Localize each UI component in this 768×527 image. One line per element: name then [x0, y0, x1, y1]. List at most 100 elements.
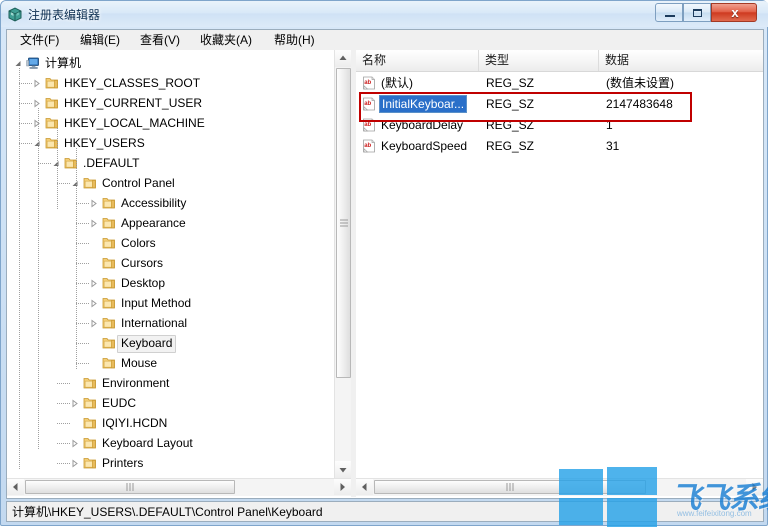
- minimize-button[interactable]: [655, 3, 683, 22]
- chevron-right-icon[interactable]: [89, 319, 98, 328]
- chevron-right-icon[interactable]: [89, 199, 98, 208]
- tree-item[interactable]: Mouse: [7, 353, 334, 373]
- computer-icon: [26, 56, 40, 70]
- chevron-down-icon[interactable]: [70, 179, 79, 188]
- tree-scroll-down-button[interactable]: [335, 461, 351, 478]
- list-scroll-left-button[interactable]: [356, 479, 373, 495]
- chevron-right-icon[interactable]: [32, 119, 41, 128]
- tree-item-label: Accessibility: [121, 196, 187, 210]
- tree-guide-line: [57, 383, 70, 384]
- chevron-down-icon[interactable]: [13, 59, 22, 68]
- chevron-right-icon[interactable]: [70, 439, 79, 448]
- list-column-headers: 名称 类型 数据: [356, 50, 763, 72]
- client-area: 计算机 HKEY_CLASSES_ROOT HKEY_CURRENT_USER HKE…: [6, 50, 764, 499]
- folder-icon: [83, 456, 97, 470]
- tree-scroll-left-button[interactable]: [7, 479, 24, 495]
- tree-item-label: Cursors: [121, 256, 164, 270]
- tree-item[interactable]: International: [7, 313, 334, 333]
- registry-tree[interactable]: 计算机 HKEY_CLASSES_ROOT HKEY_CURRENT_USER HKE…: [7, 50, 334, 478]
- menu-help[interactable]: 帮助(H): [269, 32, 320, 49]
- tree-item[interactable]: Input Method: [7, 293, 334, 313]
- chevron-right-icon[interactable]: [89, 279, 98, 288]
- chevron-right-icon[interactable]: [32, 99, 41, 108]
- column-header-name[interactable]: 名称: [356, 50, 479, 71]
- tree-item-label: Colors: [121, 236, 156, 250]
- list-horizontal-scrollbar[interactable]: [356, 478, 763, 496]
- tree-guide-line: [19, 143, 32, 144]
- tree-item[interactable]: HKEY_CURRENT_USER: [7, 93, 334, 113]
- tree-guide-line: [57, 183, 70, 184]
- list-scroll-right-button[interactable]: [746, 479, 763, 495]
- status-bar-path: 计算机\HKEY_USERS\.DEFAULT\Control Panel\Ke…: [12, 505, 323, 519]
- tree-scroll-right-button[interactable]: [334, 479, 351, 495]
- tree-guide-line: [57, 443, 70, 444]
- tree-item[interactable]: Desktop: [7, 273, 334, 293]
- tree-guide-line: [76, 363, 89, 364]
- menu-file[interactable]: 文件(F): [15, 32, 64, 49]
- tree-vertical-scrollbar[interactable]: [334, 50, 351, 478]
- tree-item-label: HKEY_USERS: [64, 136, 145, 150]
- chevron-right-icon[interactable]: [32, 79, 41, 88]
- tree-item-label: Printers: [102, 456, 144, 470]
- value-name-cell: KeyboardDelay: [381, 118, 464, 132]
- list-vertical-scrollbar[interactable]: [746, 72, 763, 478]
- window-title: 注册表编辑器: [28, 8, 101, 22]
- tree-guide-line: [57, 423, 70, 424]
- registry-value-row[interactable]: ab KeyboardSpeed REG_SZ 31: [356, 136, 763, 157]
- tree-item-label: HKEY_LOCAL_MACHINE: [64, 116, 205, 130]
- column-header-type[interactable]: 类型: [479, 50, 599, 71]
- tree-guide-line: [38, 163, 51, 164]
- tree-item-label: .DEFAULT: [83, 156, 140, 170]
- menu-bar: 文件(F) 编辑(E) 查看(V) 收藏夹(A) 帮助(H): [6, 29, 764, 50]
- chevron-right-icon[interactable]: [89, 219, 98, 228]
- folder-icon: [102, 216, 116, 230]
- registry-value-row[interactable]: ab (默认) REG_SZ (数值未设置): [356, 73, 763, 94]
- value-name-rename-input[interactable]: InitialKeyboar...: [379, 95, 468, 113]
- tree-scroll-up-button[interactable]: [335, 50, 351, 67]
- tree-item[interactable]: Keyboard: [7, 333, 334, 353]
- maximize-button[interactable]: [683, 3, 711, 22]
- tree-guide-line: [76, 223, 89, 224]
- tree-item[interactable]: Appearance: [7, 213, 334, 233]
- chevron-right-icon[interactable]: [89, 299, 98, 308]
- title-bar[interactable]: 注册表编辑器 x: [1, 1, 768, 27]
- string-value-icon: ab: [362, 118, 377, 133]
- menu-favorites[interactable]: 收藏夹(A): [195, 32, 257, 49]
- list-hscroll-thumb[interactable]: [374, 480, 646, 494]
- tree-guide-line: [76, 148, 77, 370]
- menu-edit[interactable]: 编辑(E): [75, 32, 125, 49]
- registry-value-row[interactable]: ab KeyboardDelay REG_SZ 1: [356, 115, 763, 136]
- value-name-cell: (默认): [381, 76, 413, 90]
- tree-item[interactable]: Colors: [7, 233, 334, 253]
- chevron-down-icon[interactable]: [32, 139, 41, 148]
- tree-item[interactable]: 计算机: [7, 53, 334, 73]
- value-type-cell: REG_SZ: [486, 139, 535, 153]
- svg-text:ab: ab: [364, 101, 371, 107]
- tree-scroll-thumb[interactable]: [336, 68, 351, 378]
- tree-item-label: Control Panel: [102, 176, 175, 190]
- registry-editor-window: 注册表编辑器 x 文件(F) 编辑(E) 查看(V) 收藏夹(A) 帮助(H) …: [0, 0, 768, 527]
- folder-icon: [102, 196, 116, 210]
- tree-guide-line: [76, 303, 89, 304]
- tree-item-label: Mouse: [121, 356, 158, 370]
- folder-icon: [83, 376, 97, 390]
- folder-icon: [102, 336, 116, 350]
- chevron-right-icon[interactable]: [70, 399, 79, 408]
- close-button[interactable]: x: [711, 3, 757, 22]
- chevron-right-icon[interactable]: [70, 459, 79, 468]
- value-name-cell: KeyboardSpeed: [381, 139, 468, 153]
- tree-guide-line: [57, 463, 70, 464]
- column-header-data[interactable]: 数据: [599, 50, 763, 71]
- string-value-icon: ab: [362, 97, 377, 112]
- tree-horizontal-scrollbar[interactable]: [7, 478, 351, 496]
- menu-view[interactable]: 查看(V): [135, 32, 185, 49]
- registry-tree-pane: 计算机 HKEY_CLASSES_ROOT HKEY_CURRENT_USER HKE…: [7, 50, 351, 497]
- tree-guide-line: [76, 283, 89, 284]
- registry-value-row[interactable]: ab InitialKeyboar... REG_SZ 2147483648: [356, 94, 763, 115]
- chevron-down-icon[interactable]: [51, 159, 60, 168]
- tree-hscroll-thumb[interactable]: [25, 480, 235, 494]
- tree-item[interactable]: Cursors: [7, 253, 334, 273]
- value-data-cell: 2147483648: [606, 97, 673, 111]
- tree-item[interactable]: HKEY_CLASSES_ROOT: [7, 73, 334, 93]
- tree-item-label: HKEY_CLASSES_ROOT: [64, 76, 201, 90]
